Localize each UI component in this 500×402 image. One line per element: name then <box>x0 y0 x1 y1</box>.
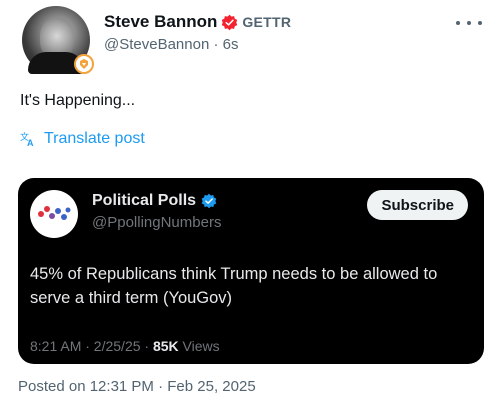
handle-separator: · <box>213 36 223 53</box>
quoted-post-timestamp[interactable]: 8:21 AM · 2/25/25 · <box>30 338 153 354</box>
more-dot <box>456 21 460 25</box>
affiliation-badge-icon <box>74 54 94 74</box>
author-handle[interactable]: @SteveBannon <box>104 36 209 53</box>
quoted-author-handle[interactable]: @PpollingNumbers <box>92 214 221 231</box>
post-time-ago[interactable]: 6s <box>223 36 239 53</box>
quoted-post-meta: 8:21 AM · 2/25/25 · 85K Views <box>30 338 220 354</box>
quoted-post-card[interactable]: Political Polls @PpollingNumbers Subscri… <box>18 178 484 364</box>
post: Steve Bannon GETTR @SteveBannon · 6s It'… <box>0 0 500 402</box>
author-name-row: Steve Bannon GETTR <box>104 12 291 32</box>
verified-badge-red-icon <box>221 14 238 31</box>
translate-post-link[interactable]: 文A Translate post <box>20 130 145 148</box>
quoted-post-views-label: Views <box>182 338 220 354</box>
quoted-author-name[interactable]: Political Polls <box>92 192 196 210</box>
author-handle-row: @SteveBannon · 6s <box>104 36 239 53</box>
author-avatar[interactable] <box>22 6 94 74</box>
quoted-author-name-row: Political Polls <box>92 192 217 210</box>
author-name[interactable]: Steve Bannon <box>104 12 217 32</box>
political-polls-logo[interactable] <box>30 190 78 238</box>
quoted-post-views-count: 85K <box>152 338 179 354</box>
posted-on-timestamp: Posted on 12:31 PM · Feb 25, 2025 <box>18 378 256 395</box>
translate-icon: 文A <box>20 131 36 147</box>
more-options-icon[interactable] <box>456 16 482 30</box>
more-dot <box>467 21 471 25</box>
quoted-post-text: 45% of Republicans think Trump needs to … <box>30 265 438 307</box>
affiliation-label[interactable]: GETTR <box>242 14 291 30</box>
more-dot <box>478 21 482 25</box>
translate-label: Translate post <box>44 130 145 147</box>
svg-text:A: A <box>27 138 34 147</box>
post-text: It's Happening... <box>20 92 136 109</box>
subscribe-button[interactable]: Subscribe <box>367 190 468 220</box>
verified-badge-blue-icon <box>201 193 217 209</box>
